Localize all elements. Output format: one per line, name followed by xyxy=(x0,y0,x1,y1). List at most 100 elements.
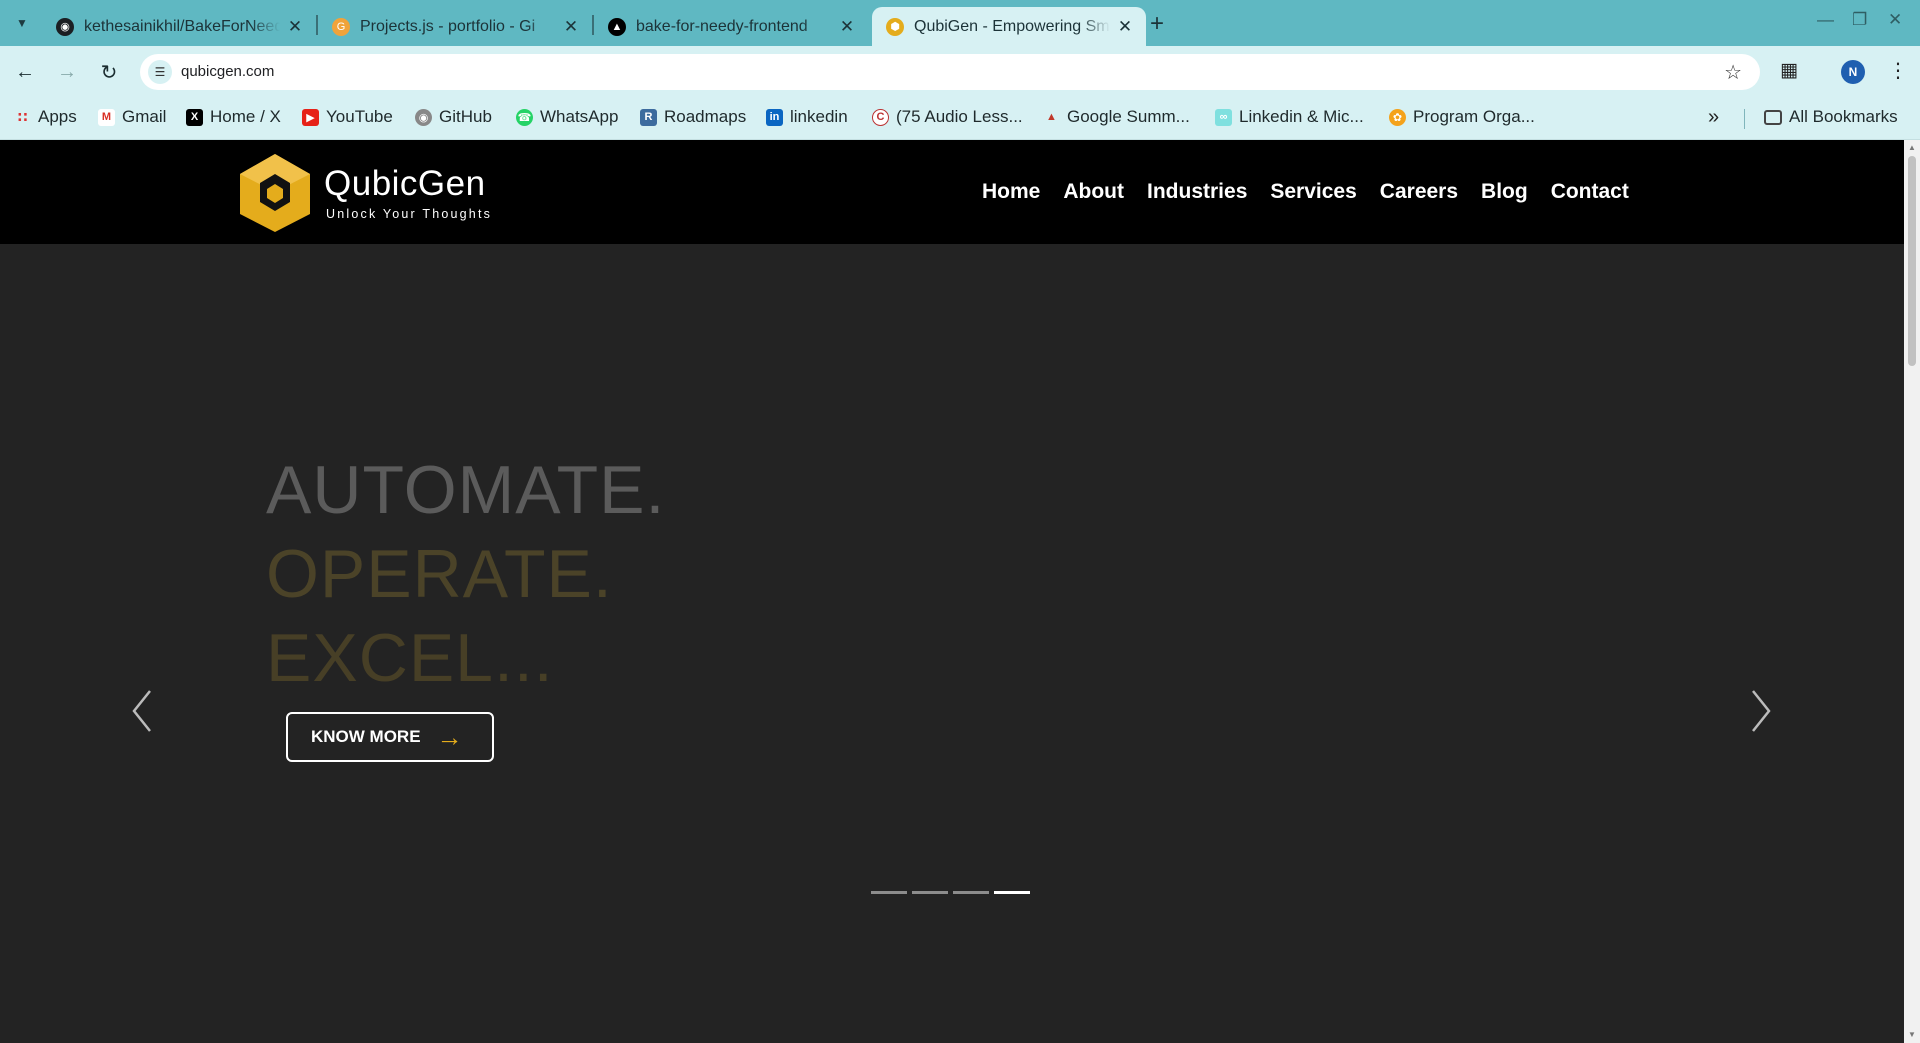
tab-qubicgen[interactable]: ⬢ QubiGen - Empowering Smart ✕ xyxy=(872,7,1146,46)
hero-headline-line2: OPERATE. xyxy=(266,536,613,612)
bookmark-program-org[interactable]: ✿ Program Orga... xyxy=(1389,107,1535,127)
site-info-icon[interactable]: ☰ xyxy=(148,60,172,84)
carousel-prev-icon[interactable] xyxy=(126,681,160,741)
vercel-icon: ▲ xyxy=(608,17,626,36)
carousel-indicator-active[interactable] xyxy=(994,891,1030,894)
audio-icon: C xyxy=(872,108,889,126)
tab-title: kethesainikhil/BakeForNeedy xyxy=(84,17,280,35)
carousel-indicators xyxy=(871,891,1035,894)
url-text[interactable]: qubicgen.com xyxy=(181,63,274,80)
tab-github[interactable]: ◉ kethesainikhil/BakeForNeedy ✕ xyxy=(42,7,316,46)
github-icon: ◉ xyxy=(415,108,432,126)
bookmark-roadmaps[interactable]: R Roadmaps xyxy=(640,107,746,127)
bookmark-label: Gmail xyxy=(122,107,167,126)
bookmark-linkedin-mic[interactable]: ∞ Linkedin & Mic... xyxy=(1215,107,1364,127)
close-tab-icon[interactable]: ✕ xyxy=(562,17,580,37)
bookmark-x[interactable]: X Home / X xyxy=(186,107,281,127)
web-page: QubicGen Unlock Your Thoughts Home About… xyxy=(0,140,1904,1043)
know-more-label: KNOW MORE xyxy=(311,727,421,746)
arrow-right-icon: → xyxy=(436,722,463,752)
hero-carousel: AUTOMATE. OPERATE. EXCEL... KNOW MORE → xyxy=(0,244,1904,1043)
bookmark-label: (75 Audio Less... xyxy=(896,107,1023,126)
brand-name[interactable]: QubicGen xyxy=(324,164,486,204)
bookmark-label: Linkedin & Mic... xyxy=(1239,107,1364,126)
page-scrollbar[interactable]: ▲ ▼ xyxy=(1904,140,1920,1043)
scroll-down-icon[interactable]: ▼ xyxy=(1908,1030,1916,1039)
carousel-indicator[interactable] xyxy=(912,891,948,894)
program-icon: ✿ xyxy=(1389,108,1406,126)
browser-toolbar: ← → ↻ ☰ qubicgen.com ☆ ▦ N ⋮ xyxy=(0,46,1920,98)
scroll-up-icon[interactable]: ▲ xyxy=(1908,143,1916,152)
bookmark-label: Roadmaps xyxy=(664,107,747,126)
more-bookmarks-icon[interactable]: » xyxy=(1708,106,1719,129)
bookmark-whatsapp[interactable]: ☎ WhatsApp xyxy=(516,107,618,127)
apps-grid-icon: ∷ xyxy=(17,108,28,125)
bookmark-gmail[interactable]: M Gmail xyxy=(98,107,166,127)
tab-title: QubiGen - Empowering Smart xyxy=(914,17,1110,35)
bookmarks-divider xyxy=(1744,109,1745,129)
tab-title: Projects.js - portfolio - Gi xyxy=(360,17,536,35)
bookmark-label: Apps xyxy=(38,107,77,126)
nav-services[interactable]: Services xyxy=(1270,180,1356,204)
carousel-indicator[interactable] xyxy=(953,891,989,894)
bookmark-github[interactable]: ◉ GitHub xyxy=(415,107,492,127)
folder-icon xyxy=(1764,109,1782,125)
google-summer-icon: ▲ xyxy=(1043,108,1060,126)
nav-blog[interactable]: Blog xyxy=(1481,180,1528,204)
all-bookmarks-button[interactable]: All Bookmarks xyxy=(1764,107,1898,127)
bookmark-label: Program Orga... xyxy=(1413,107,1535,126)
qubicgen-icon: ⬢ xyxy=(886,17,904,36)
bookmark-label: Home / X xyxy=(210,107,281,126)
carousel-indicator[interactable] xyxy=(871,891,907,894)
bookmark-audio-lessons[interactable]: C (75 Audio Less... xyxy=(872,107,1023,127)
tab-bake-for-needy[interactable]: ▲ bake-for-needy-frontend ✕ xyxy=(594,7,868,46)
bookmarks-bar: ∷ Apps M Gmail X Home / X ▶ YouTube ◉ Gi… xyxy=(0,98,1920,140)
carousel-next-icon[interactable] xyxy=(1743,681,1777,741)
profile-avatar[interactable]: N xyxy=(1841,60,1865,84)
tab-projects[interactable]: G Projects.js - portfolio - Gi ✕ xyxy=(318,7,592,46)
nav-about[interactable]: About xyxy=(1063,180,1124,204)
nav-industries[interactable]: Industries xyxy=(1147,180,1247,204)
forward-icon[interactable]: → xyxy=(54,59,80,85)
bookmark-label: Google Summ... xyxy=(1067,107,1190,126)
whatsapp-icon: ☎ xyxy=(516,108,533,126)
bookmark-label: YouTube xyxy=(326,107,393,126)
minimize-icon[interactable]: — xyxy=(1817,10,1834,30)
linkedin-icon: in xyxy=(766,108,783,126)
address-bar[interactable]: ☰ qubicgen.com ☆ xyxy=(140,54,1760,90)
nav-careers[interactable]: Careers xyxy=(1380,180,1458,204)
bookmark-linkedin[interactable]: in linkedin xyxy=(766,107,848,127)
bookmark-google-summer[interactable]: ▲ Google Summ... xyxy=(1043,107,1190,127)
bookmark-label: linkedin xyxy=(790,107,848,126)
github-icon: ◉ xyxy=(56,17,74,36)
new-tab-button[interactable]: + xyxy=(1150,10,1164,38)
nav-contact[interactable]: Contact xyxy=(1551,180,1629,204)
gitpod-icon: G xyxy=(332,17,350,36)
bookmark-apps[interactable]: ∷ Apps xyxy=(14,107,77,127)
bookmark-label: GitHub xyxy=(439,107,492,126)
scrollbar-thumb[interactable] xyxy=(1908,156,1916,366)
tab-strip: ▼ ◉ kethesainikhil/BakeForNeedy ✕ G Proj… xyxy=(0,0,1920,46)
close-window-icon[interactable]: ✕ xyxy=(1888,10,1902,30)
bookmark-label: All Bookmarks xyxy=(1789,107,1898,126)
close-tab-icon[interactable]: ✕ xyxy=(1116,17,1134,37)
restore-icon[interactable]: ❐ xyxy=(1852,10,1867,30)
bookmark-star-icon[interactable]: ☆ xyxy=(1724,60,1742,85)
close-tab-icon[interactable]: ✕ xyxy=(838,17,856,37)
bookmark-youtube[interactable]: ▶ YouTube xyxy=(302,107,393,127)
know-more-button[interactable]: KNOW MORE → xyxy=(286,712,494,762)
nav-home[interactable]: Home xyxy=(982,180,1040,204)
roadmaps-icon: R xyxy=(640,108,657,126)
x-icon: X xyxy=(186,108,203,126)
main-nav: Home About Industries Services Careers B… xyxy=(982,180,1652,204)
kebab-menu-icon[interactable]: ⋮ xyxy=(1888,58,1908,83)
bookmark-label: WhatsApp xyxy=(540,107,619,126)
qubicgen-logo-icon[interactable] xyxy=(238,152,312,234)
site-header: QubicGen Unlock Your Thoughts Home About… xyxy=(0,140,1904,244)
brand-tagline: Unlock Your Thoughts xyxy=(326,207,493,221)
extensions-icon[interactable]: ▦ xyxy=(1780,59,1798,82)
reload-icon[interactable]: ↻ xyxy=(96,59,122,85)
close-tab-icon[interactable]: ✕ xyxy=(286,17,304,37)
back-icon[interactable]: ← xyxy=(12,59,38,85)
tab-search-button[interactable]: ▼ xyxy=(10,11,34,35)
